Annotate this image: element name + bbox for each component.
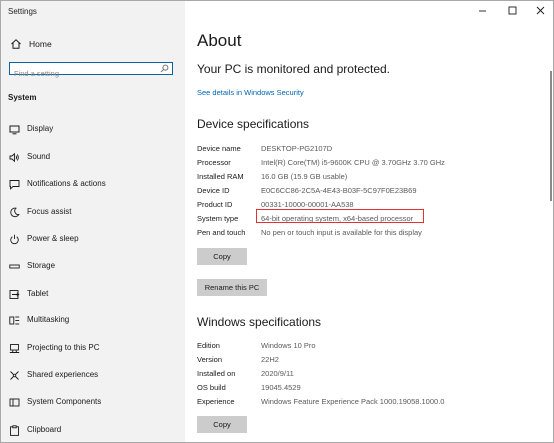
windows-security-link[interactable]: See details in Windows Security bbox=[197, 88, 304, 97]
copy-windows-specs-button[interactable]: Copy bbox=[197, 416, 247, 433]
sidebar-item-label: Power & sleep bbox=[27, 234, 79, 243]
sidebar-item-label: Sound bbox=[27, 152, 51, 161]
spec-label: Device name bbox=[197, 144, 241, 153]
spec-label: Product ID bbox=[197, 200, 233, 209]
minimize-button[interactable] bbox=[475, 4, 489, 16]
clipboard-icon bbox=[9, 425, 20, 436]
display-icon bbox=[9, 124, 20, 135]
pen-touch-value: No pen or touch input is available for t… bbox=[261, 228, 422, 237]
installed-ram-value: 16.0 GB (15.9 GB usable) bbox=[261, 172, 348, 181]
product-id-value: 00331-10000-00001-AA538 bbox=[261, 200, 354, 209]
sidebar-item-notifications[interactable]: Notifications & actions bbox=[1, 175, 185, 193]
search-box[interactable] bbox=[9, 62, 173, 79]
sidebar-item-label: Notifications & actions bbox=[27, 179, 106, 188]
maximize-button[interactable] bbox=[505, 4, 519, 16]
about-page: About Your PC is monitored and protected… bbox=[185, 1, 553, 442]
sidebar-item-label: Focus assist bbox=[27, 207, 72, 216]
sidebar-item-label: Tablet bbox=[27, 289, 49, 298]
home-label: Home bbox=[29, 39, 52, 49]
sidebar-item-label: Projecting to this PC bbox=[27, 343, 100, 352]
tablet-icon bbox=[9, 289, 20, 300]
power-icon bbox=[9, 234, 20, 245]
sidebar-item-label: Multitasking bbox=[27, 315, 70, 324]
spec-label: Experience bbox=[197, 397, 235, 406]
shared-experiences-icon bbox=[9, 370, 20, 381]
sidebar-item-storage[interactable]: Storage bbox=[1, 257, 185, 275]
spec-label: Installed RAM bbox=[197, 172, 244, 181]
focus-assist-icon bbox=[9, 207, 20, 218]
spec-label: Pen and touch bbox=[197, 228, 246, 237]
sidebar-item-system-components[interactable]: System Components bbox=[1, 393, 185, 411]
search-icon[interactable] bbox=[160, 64, 169, 73]
page-title: About bbox=[197, 31, 242, 50]
storage-icon bbox=[9, 261, 20, 272]
sidebar-item-label: System Components bbox=[27, 397, 102, 406]
sidebar-item-label: Clipboard bbox=[27, 425, 62, 434]
sidebar-item-focus-assist[interactable]: Focus assist bbox=[1, 203, 185, 221]
multitasking-icon bbox=[9, 315, 20, 326]
sidebar-item-label: Shared experiences bbox=[27, 370, 99, 379]
sidebar-item-projecting[interactable]: Projecting to this PC bbox=[1, 339, 185, 357]
settings-window: Settings Home System Display Sound Notif… bbox=[0, 0, 554, 443]
edition-value: Windows 10 Pro bbox=[261, 341, 316, 350]
rename-pc-button[interactable]: Rename this PC bbox=[197, 279, 267, 296]
sidebar-item-clipboard[interactable]: Clipboard bbox=[1, 421, 185, 439]
sidebar-item-power-sleep[interactable]: Power & sleep bbox=[1, 230, 185, 248]
sidebar-section-system: System bbox=[8, 93, 37, 102]
spec-label: Device ID bbox=[197, 186, 230, 195]
search-input[interactable] bbox=[10, 68, 152, 79]
protection-status: Your PC is monitored and protected. bbox=[197, 62, 391, 76]
sidebar-item-display[interactable]: Display bbox=[1, 120, 185, 138]
experience-value: Windows Feature Experience Pack 1000.190… bbox=[261, 397, 445, 406]
sidebar: Settings Home System Display Sound Notif… bbox=[1, 1, 185, 442]
maximize-icon bbox=[508, 6, 516, 14]
processor-value: Intel(R) Core(TM) i5-9600K CPU @ 3.70GHz… bbox=[261, 158, 445, 167]
spec-label: Processor bbox=[197, 158, 231, 167]
version-value: 22H2 bbox=[261, 355, 279, 364]
system-components-icon bbox=[9, 397, 20, 408]
close-icon bbox=[536, 6, 544, 14]
sidebar-item-sound[interactable]: Sound bbox=[1, 148, 185, 166]
home-nav-item[interactable]: Home bbox=[10, 37, 52, 51]
device-name-value: DESKTOP-PG2107D bbox=[261, 144, 333, 153]
windows-specs-heading: Windows specifications bbox=[197, 315, 322, 329]
spec-label: Version bbox=[197, 355, 223, 364]
minimize-icon bbox=[478, 10, 486, 11]
sidebar-item-multitasking[interactable]: Multitasking bbox=[1, 311, 185, 329]
sound-icon bbox=[9, 152, 20, 163]
spec-label: OS build bbox=[197, 383, 226, 392]
close-button[interactable] bbox=[533, 4, 547, 16]
spec-label: System type bbox=[197, 214, 239, 223]
os-build-value: 19045.4529 bbox=[261, 383, 301, 392]
installed-on-value: 2020/9/11 bbox=[261, 369, 294, 378]
vertical-scrollbar[interactable] bbox=[550, 71, 552, 201]
spec-label: Installed on bbox=[197, 369, 236, 378]
sidebar-item-shared-experiences[interactable]: Shared experiences bbox=[1, 366, 185, 384]
sidebar-item-tablet[interactable]: Tablet bbox=[1, 285, 185, 303]
window-title: Settings bbox=[8, 7, 37, 16]
notifications-icon bbox=[9, 179, 20, 190]
sidebar-item-label: Display bbox=[27, 124, 54, 133]
device-id-value: E0C6CC86-2C5A-4E43-B03F-5C97F0E23B69 bbox=[261, 186, 417, 195]
sidebar-item-label: Storage bbox=[27, 261, 56, 270]
home-icon bbox=[11, 39, 21, 49]
projecting-icon bbox=[9, 343, 20, 354]
copy-device-specs-button[interactable]: Copy bbox=[197, 248, 247, 265]
system-type-highlight bbox=[256, 209, 424, 223]
device-specs-heading: Device specifications bbox=[197, 117, 310, 131]
spec-label: Edition bbox=[197, 341, 220, 350]
